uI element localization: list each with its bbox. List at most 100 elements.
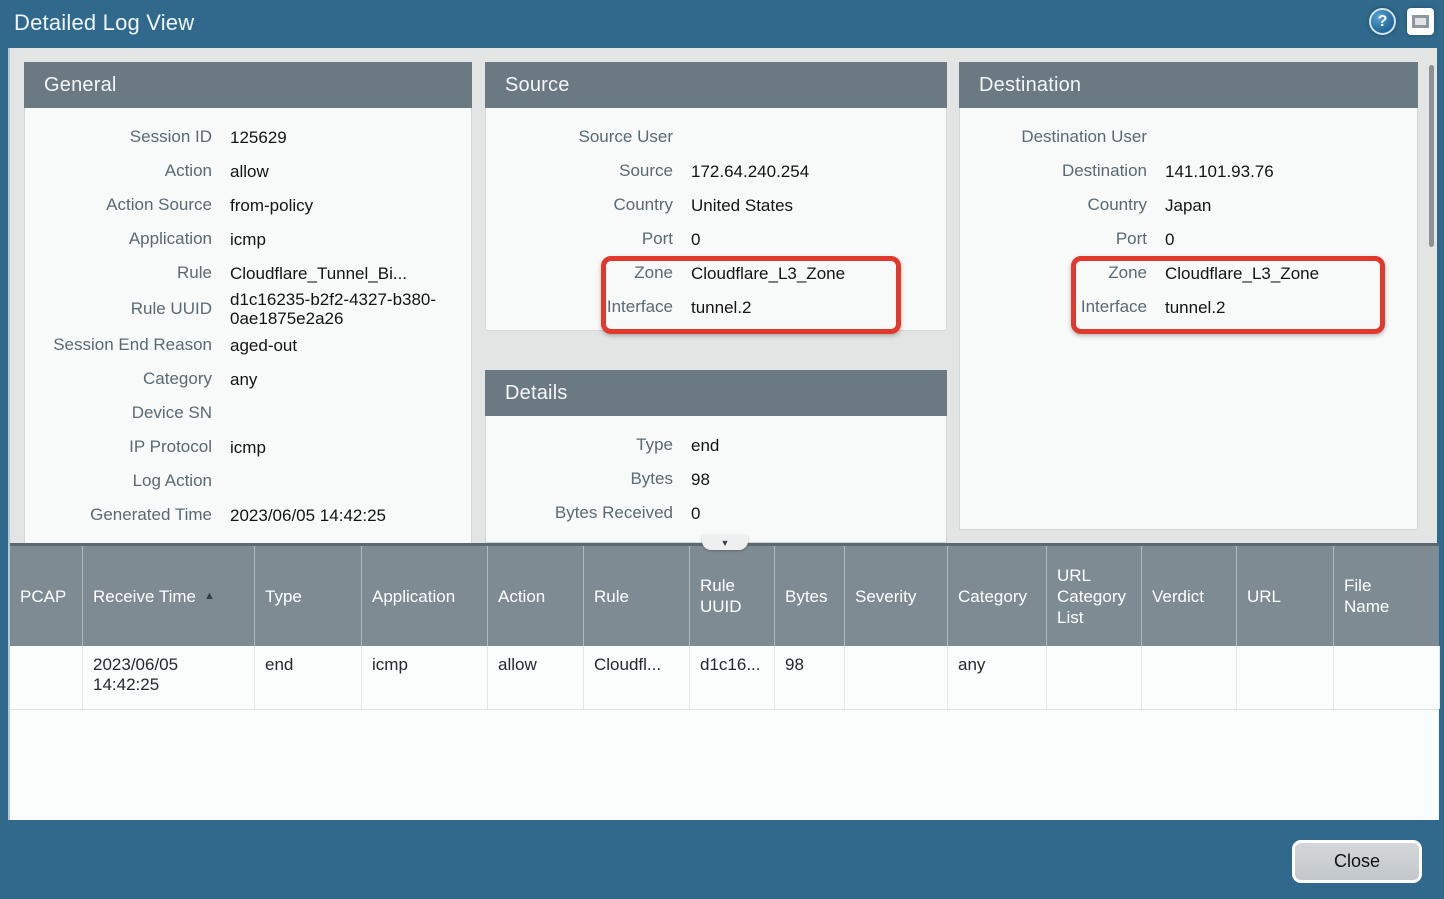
field-value: end [691,436,719,455]
cell-file-name [1334,646,1440,709]
cell-rule-uuid: d1c16... [690,646,775,709]
column-label: Receive Time [93,586,196,607]
field-source: Source172.64.240.254 [486,154,936,188]
log-detail-content: General Session ID125629 Actionallow Act… [8,48,1437,820]
column-header-application[interactable]: Application [362,546,488,646]
cell-url-category-list [1047,646,1142,709]
close-button[interactable]: Close [1292,840,1422,883]
field-label: Type [486,435,691,455]
column-header-action[interactable]: Action [488,546,584,646]
field-action-source: Action Sourcefrom-policy [25,188,461,222]
column-header-rule[interactable]: Rule [584,546,690,646]
panel-destination: Destination Destination User Destination… [959,62,1418,530]
page-title: Detailed Log View [14,10,194,36]
log-table: ▼ PCAP Receive Time▲ Type Application Ac… [10,543,1439,820]
cell-application: icmp [362,646,488,709]
table-row[interactable]: 2023/06/05 14:42:25 end icmp allow Cloud… [10,646,1439,710]
field-label: Session ID [25,127,230,147]
chevron-down-icon: ▼ [721,538,730,548]
cell-receive-time: 2023/06/05 14:42:25 [83,646,255,709]
column-label: Severity [855,586,916,607]
field-value: Cloudflare_Tunnel_Bi... [230,264,407,283]
field-generated-time: Generated Time2023/06/05 14:42:25 [25,498,461,532]
field-value: 141.101.93.76 [1165,162,1274,181]
column-label: Rule UUID [700,575,746,617]
field-label: Bytes Received [486,503,691,523]
field-label: Category [25,369,230,389]
field-label: Generated Time [25,505,230,525]
help-icon-glyph: ? [1378,13,1388,31]
field-destination-port: Port0 [960,222,1407,256]
cell-category: any [948,646,1047,709]
column-label: Category [958,586,1027,607]
column-header-url-category-list[interactable]: URL Category List [1047,546,1142,646]
field-label: Log Action [25,471,230,491]
column-header-pcap[interactable]: PCAP [10,546,83,646]
field-label: Destination [960,161,1165,181]
field-value: allow [230,162,269,181]
field-label: Device SN [25,403,230,423]
collapse-table-handle[interactable]: ▼ [702,535,748,550]
column-header-file-name[interactable]: File Name [1334,546,1440,646]
field-value: 125629 [230,128,287,147]
maximize-window-icon[interactable] [1407,8,1434,35]
field-label: Port [486,229,691,249]
column-label: URL [1247,586,1281,607]
column-header-rule-uuid[interactable]: Rule UUID [690,546,775,646]
field-application: Applicationicmp [25,222,461,256]
panel-destination-header: Destination [959,62,1418,108]
column-header-url[interactable]: URL [1237,546,1334,646]
column-label: Action [498,586,545,607]
column-label: Verdict [1152,586,1204,607]
field-label: Source [486,161,691,181]
field-device-sn: Device SN [25,396,461,430]
field-source-zone: ZoneCloudflare_L3_Zone [486,256,936,290]
column-label: PCAP [20,586,66,607]
field-label: Port [960,229,1165,249]
column-header-verdict[interactable]: Verdict [1142,546,1237,646]
field-value: d1c16235-b2f2-4327-b380-0ae1875e2a26 [230,290,445,328]
field-destination-country: CountryJapan [960,188,1407,222]
field-value: 2023/06/05 14:42:25 [230,506,386,525]
panel-source: Source Source User Source172.64.240.254 … [485,62,947,331]
field-label: Interface [486,297,691,317]
column-header-type[interactable]: Type [255,546,362,646]
vertical-scrollbar-thumb[interactable] [1429,65,1434,247]
field-ip-protocol: IP Protocolicmp [25,430,461,464]
field-value: 0 [691,230,700,249]
field-label: Interface [960,297,1165,317]
dialog-titlebar: Detailed Log View ? [0,0,1444,48]
panel-destination-body: Destination User Destination141.101.93.7… [959,108,1418,530]
field-rule: RuleCloudflare_Tunnel_Bi... [25,256,461,290]
field-destination: Destination141.101.93.76 [960,154,1407,188]
panel-source-body: Source User Source172.64.240.254 Country… [485,108,947,331]
field-bytes-received: Bytes Received0 [486,496,936,530]
cell-pcap [10,646,83,709]
column-header-severity[interactable]: Severity [845,546,948,646]
field-value: tunnel.2 [691,298,752,317]
column-label: URL Category List [1057,565,1127,628]
column-header-category[interactable]: Category [948,546,1047,646]
panel-general: General Session ID125629 Actionallow Act… [24,62,472,550]
help-icon[interactable]: ? [1369,8,1396,35]
field-value: 0 [691,504,700,523]
field-value: icmp [230,438,266,457]
column-label: Type [265,586,302,607]
field-log-action: Log Action [25,464,461,498]
field-value: Cloudflare_L3_Zone [1165,264,1319,283]
cell-severity [845,646,948,709]
column-header-receive-time[interactable]: Receive Time ▲ [83,546,255,646]
field-destination-interface: Interfacetunnel.2 [960,290,1407,324]
field-source-country: CountryUnited States [486,188,936,222]
field-source-interface: Interfacetunnel.2 [486,290,936,324]
field-label: Action [25,161,230,181]
sort-ascending-icon: ▲ [204,586,215,607]
column-label: File Name [1344,575,1390,617]
field-label: Country [960,195,1165,215]
panel-general-header: General [24,62,472,108]
cell-bytes: 98 [775,646,845,709]
field-value: Japan [1165,196,1211,215]
field-bytes: Bytes98 [486,462,936,496]
column-header-bytes[interactable]: Bytes [775,546,845,646]
field-value: aged-out [230,336,297,355]
